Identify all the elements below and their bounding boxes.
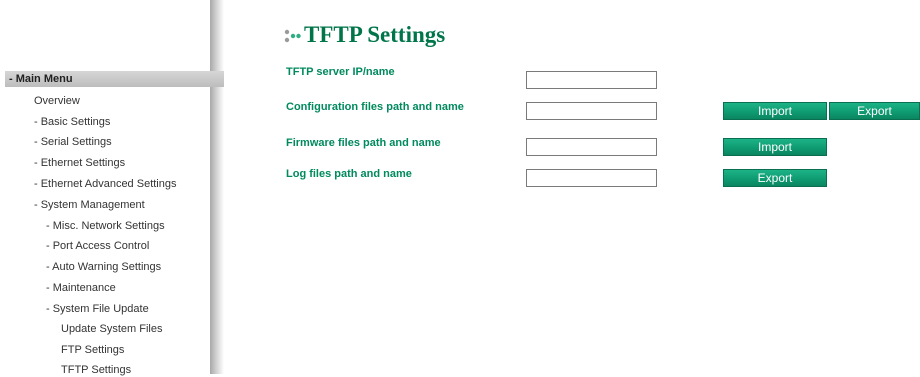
menu-item-maintenance[interactable]: - Maintenance <box>46 281 116 295</box>
log-export-button[interactable]: Export <box>723 169 827 187</box>
firmware-files-label: Firmware files path and name <box>286 137 441 149</box>
config-files-label: Configuration files path and name <box>286 101 464 113</box>
menu-item-overview[interactable]: Overview <box>34 94 80 108</box>
menu-item-basic-settings[interactable]: - Basic Settings <box>34 115 110 129</box>
main-menu-header[interactable]: - Main Menu <box>5 71 224 87</box>
menu-item-update-system-files[interactable]: Update System Files <box>61 322 162 336</box>
menu-item-serial-settings[interactable]: - Serial Settings <box>34 135 112 149</box>
tftp-server-input[interactable] <box>526 71 657 89</box>
dots-icon <box>284 29 301 43</box>
config-export-button[interactable]: Export <box>829 102 920 120</box>
menu-item-system-management[interactable]: - System Management <box>34 198 145 212</box>
tftp-server-label: TFTP server IP/name <box>286 66 395 78</box>
log-files-input[interactable] <box>526 169 657 187</box>
menu-item-auto-warning-settings[interactable]: - Auto Warning Settings <box>46 260 161 274</box>
config-files-input[interactable] <box>526 102 657 120</box>
menu-item-tftp-settings[interactable]: TFTP Settings <box>61 363 131 377</box>
firmware-import-button[interactable]: Import <box>723 138 827 156</box>
menu-item-system-file-update[interactable]: - System File Update <box>46 302 149 316</box>
menu-item-ftp-settings[interactable]: FTP Settings <box>61 343 124 357</box>
sidebar-shadow <box>210 0 224 374</box>
log-files-label: Log files path and name <box>286 168 412 180</box>
menu-item-ethernet-settings[interactable]: - Ethernet Settings <box>34 156 125 170</box>
menu-item-port-access-control[interactable]: - Port Access Control <box>46 239 149 253</box>
firmware-files-input[interactable] <box>526 138 657 156</box>
page-title: TFTP Settings <box>304 22 446 47</box>
menu-item-misc-network-settings[interactable]: - Misc. Network Settings <box>46 219 165 233</box>
menu-item-ethernet-advanced-settings[interactable]: - Ethernet Advanced Settings <box>34 177 176 191</box>
config-import-button[interactable]: Import <box>723 102 827 120</box>
